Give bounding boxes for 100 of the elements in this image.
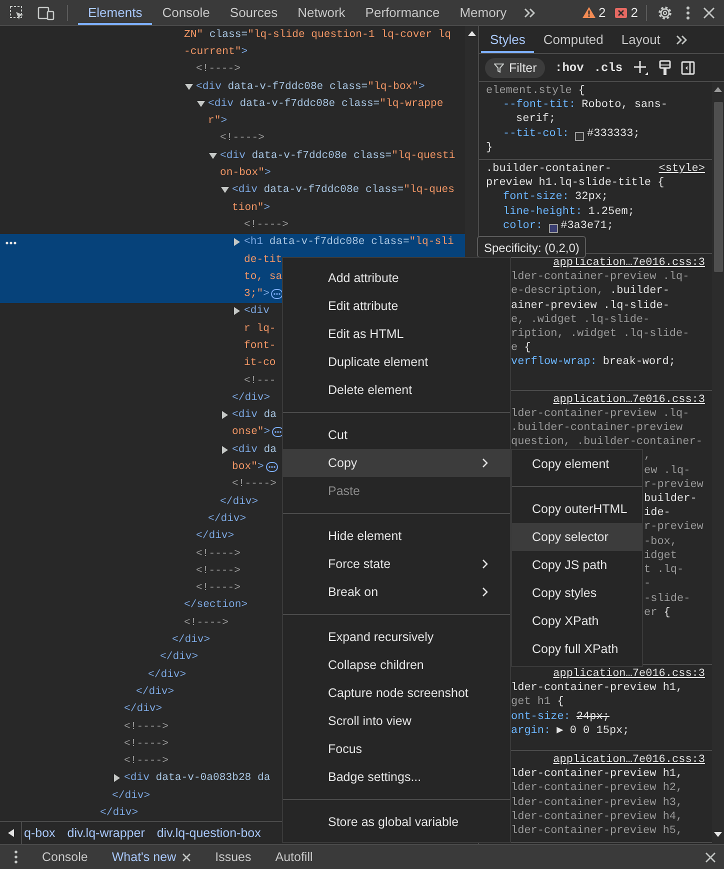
ellipsis-icon[interactable] <box>5 240 17 245</box>
scrollbar-thumb[interactable] <box>714 102 722 272</box>
scroll-up-icon[interactable] <box>714 86 722 92</box>
more-icon[interactable] <box>685 4 691 20</box>
menu-item[interactable]: Expand recursively <box>283 623 510 651</box>
collapsed-arrow-icon[interactable] <box>113 774 121 782</box>
ellipsis-badge-icon[interactable] <box>266 462 278 472</box>
breadcrumb[interactable]: q-box <box>24 826 56 840</box>
close-icon[interactable] <box>182 852 192 862</box>
menu-item[interactable]: Focus <box>283 735 510 763</box>
menu-item[interactable]: Copy outerHTML <box>512 495 642 523</box>
panel-tab[interactable]: Network <box>288 0 356 25</box>
sidebar-tab[interactable]: Computed <box>534 26 612 53</box>
toggle-button[interactable]: :hov <box>555 60 584 74</box>
sidebar-toggle-icon[interactable] <box>680 60 695 74</box>
more-icon[interactable] <box>14 850 18 864</box>
close-icon[interactable] <box>703 6 715 18</box>
scroll-down-icon[interactable] <box>714 832 722 838</box>
css-selector: ainer-preview .lq-slide- <box>511 298 670 313</box>
menu-item[interactable]: Break on <box>283 578 510 606</box>
property-name: verflow-wrap: <box>511 355 597 370</box>
error-icon[interactable] <box>614 6 628 18</box>
drawer-tab[interactable]: Autofill <box>263 850 325 864</box>
collapsed-arrow-icon[interactable] <box>233 307 241 316</box>
device-toolbar-icon[interactable] <box>37 4 55 20</box>
scroll-up-icon[interactable] <box>468 30 476 36</box>
menu-item[interactable]: Capture node screenshot <box>283 679 510 707</box>
expanded-arrow-icon[interactable] <box>209 152 217 160</box>
menu-item[interactable]: Copy XPath <box>512 607 642 635</box>
paint-brush-icon[interactable] <box>658 60 671 76</box>
menu-item[interactable]: Copy selector <box>512 523 642 551</box>
menu-item[interactable]: Copy full XPath <box>512 635 642 663</box>
menu-item[interactable]: Copy styles <box>512 579 642 607</box>
element-tag: onse"> <box>232 426 270 438</box>
comment-text: <!----> <box>244 218 289 231</box>
collapsed-arrow-icon[interactable] <box>233 238 241 246</box>
collapsed-arrow-icon[interactable] <box>221 446 229 454</box>
closing-tag: </div> <box>232 392 270 404</box>
css-selector: preview h1.lq-slide-title { <box>486 176 664 190</box>
menu-item[interactable]: Copy element <box>512 450 642 478</box>
add-rule-icon[interactable] <box>632 60 649 76</box>
menu-item[interactable]: Copy JS path <box>512 551 642 579</box>
panel-tab[interactable]: Sources <box>220 0 288 25</box>
source-link[interactable]: <style> <box>658 162 705 176</box>
sidebar-tab[interactable]: Layout <box>612 26 670 53</box>
css-selector: lder-container-preview h3, <box>511 796 683 810</box>
closing-tag: </div> <box>196 530 234 542</box>
element-tag: box"> <box>232 461 264 474</box>
menu-item[interactable]: Collapse children <box>283 651 510 679</box>
breadcrumb[interactable]: div.lq-question-box <box>156 826 261 840</box>
panel-tab[interactable]: Performance <box>355 0 450 25</box>
menu-item[interactable]: Badge settings... <box>283 763 510 791</box>
menu-item[interactable]: Duplicate element <box>283 348 510 376</box>
expanded-arrow-icon[interactable] <box>197 100 205 108</box>
expanded-arrow-icon[interactable] <box>185 82 193 91</box>
drawer-tab[interactable]: Issues <box>203 850 264 864</box>
drawer-tab[interactable]: What's new <box>100 850 204 864</box>
closing-tag: </div> <box>172 634 210 646</box>
css-selector: r-preview <box>644 520 704 535</box>
more-tabs-icon[interactable] <box>522 6 537 18</box>
caret-left-icon <box>8 829 14 837</box>
source-link[interactable]: application…7e016.css:3 <box>553 666 705 682</box>
close-icon[interactable] <box>705 852 716 862</box>
drawer-tab[interactable]: Console <box>30 850 100 864</box>
menu-item[interactable]: Scroll into view <box>283 707 510 735</box>
panel-tab[interactable]: Console <box>152 0 220 25</box>
menu-item[interactable]: Store as global variable <box>283 808 510 836</box>
color-swatch[interactable] <box>575 132 584 141</box>
menu-item[interactable]: Force state <box>283 550 510 578</box>
closing-tag: </div> <box>100 807 138 819</box>
filter-field[interactable]: Filter <box>485 58 545 78</box>
source-link[interactable]: application…7e016.css:3 <box>553 752 705 768</box>
select-element-icon[interactable] <box>9 4 25 20</box>
more-tabs-icon[interactable] <box>675 34 690 46</box>
menu-item[interactable]: Delete element <box>283 376 510 404</box>
element-tag: r lq- <box>244 322 276 335</box>
css-selector: -box, <box>644 534 678 549</box>
menu-item[interactable]: Hide element <box>283 522 510 550</box>
ellipsis-badge-icon[interactable] <box>271 289 284 300</box>
sidebar-tab[interactable]: Styles <box>481 26 534 53</box>
breadcrumb[interactable]: div.lq-wrapper <box>67 826 145 840</box>
color-swatch[interactable] <box>548 224 558 234</box>
property-name: argin: <box>511 724 551 738</box>
settings-icon[interactable] <box>657 4 673 20</box>
css-selector: r-preview <box>644 478 704 492</box>
toggle-button[interactable]: .cls <box>594 60 623 74</box>
expanded-arrow-icon[interactable] <box>221 186 229 194</box>
warning-icon[interactable] <box>582 6 596 19</box>
element-tag: <div data-v-f7ddc08e class="lq-ques <box>232 184 455 196</box>
css-selector: t .lq- <box>644 563 684 578</box>
panel-tab[interactable]: Elements <box>78 0 152 25</box>
source-link[interactable]: application…7e016.css:3 <box>553 256 705 270</box>
menu-item[interactable]: Copy <box>283 449 510 477</box>
panel-tab[interactable]: Memory <box>450 0 517 25</box>
collapsed-arrow-icon[interactable] <box>221 411 229 420</box>
element-tag: 3;"> <box>244 288 270 300</box>
menu-item[interactable]: Cut <box>283 421 510 449</box>
css-selector: question, .builder-container- <box>511 435 702 450</box>
source-link[interactable]: application…7e016.css:3 <box>553 392 705 407</box>
menu-item[interactable]: Edit as HTML <box>283 320 510 348</box>
